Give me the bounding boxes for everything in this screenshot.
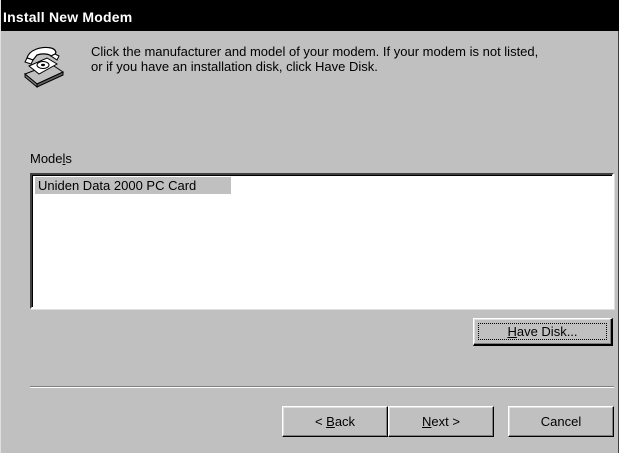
separator-line <box>30 386 614 388</box>
instructions-line-2: or if you have an installation disk, cli… <box>91 59 378 74</box>
model-item-selected[interactable]: Uniden Data 2000 PC Card <box>35 177 231 194</box>
have-disk-rest: ave Disk... <box>516 324 578 339</box>
back-accel: B <box>326 414 335 429</box>
have-disk-label: Have Disk... <box>507 323 577 341</box>
next-rest: ext > <box>431 414 460 429</box>
next-button[interactable]: Next > <box>388 406 494 437</box>
instructions-text: Click the manufacturer and model of your… <box>91 44 611 74</box>
models-label-suffix: s <box>65 151 72 166</box>
next-accel: N <box>422 414 432 429</box>
title-bar[interactable]: Install New Modem <box>1 0 619 31</box>
dialog-title: Install New Modem <box>3 9 133 25</box>
cancel-button[interactable]: Cancel <box>508 406 614 437</box>
have-disk-button[interactable]: Have Disk... <box>473 318 613 346</box>
back-button[interactable]: < Back <box>282 406 388 437</box>
models-label: Models <box>30 151 72 166</box>
models-listbox[interactable]: Uniden Data 2000 PC Card <box>30 173 614 309</box>
back-rest: ack <box>334 414 356 429</box>
back-prefix: < <box>314 414 327 429</box>
have-disk-accel: H <box>507 324 517 339</box>
cancel-label: Cancel <box>540 414 582 429</box>
next-label: Next > <box>422 407 460 436</box>
telephone-modem-icon <box>21 44 65 89</box>
instructions-line-1: Click the manufacturer and model of your… <box>91 44 539 59</box>
install-new-modem-dialog: Install New Modem Click the manufacturer… <box>0 0 619 453</box>
models-label-prefix: Mode <box>30 151 63 166</box>
back-label: < Back <box>315 407 355 436</box>
